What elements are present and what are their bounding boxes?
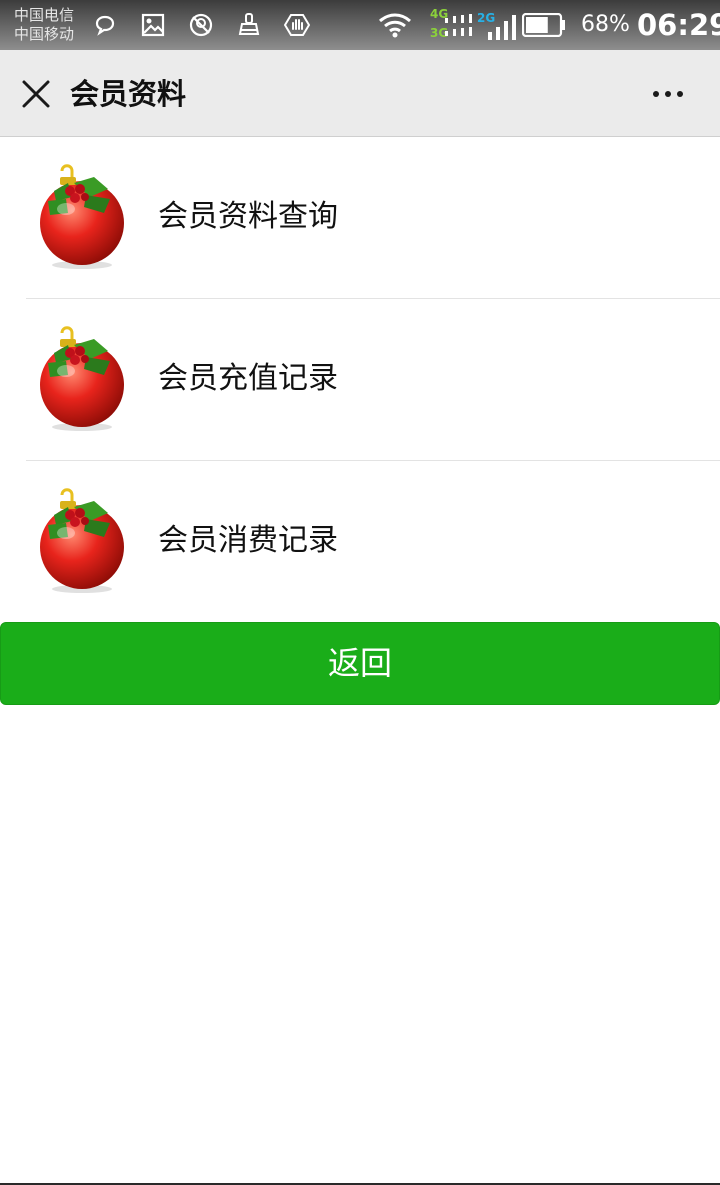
status-bar: 中国电信 中国移动 4G 3G 2G 68% 06:29 <box>0 0 720 50</box>
battery-percent: 68% <box>581 12 630 37</box>
image-icon <box>140 12 166 38</box>
page-title: 会员资料 <box>70 77 187 111</box>
back-button[interactable]: 返回 <box>0 622 720 705</box>
more-button[interactable] <box>640 74 696 114</box>
menu-item-recharge-records[interactable]: 会员充值记录 <box>0 299 720 461</box>
cleaner-icon <box>236 12 262 38</box>
member-menu-list: 会员资料查询 会员充值记录 会员消费记录 <box>0 137 720 623</box>
carrier-2: 中国移动 <box>14 25 75 43</box>
hand-icon <box>284 12 310 38</box>
close-button[interactable] <box>16 74 56 114</box>
menu-item-consumption-records[interactable]: 会员消费记录 <box>0 461 720 623</box>
christmas-ornament-icon <box>34 323 130 433</box>
close-icon <box>16 74 56 114</box>
no-disturb-icon <box>188 12 214 38</box>
menu-item-label: 会员充值记录 <box>158 361 338 396</box>
christmas-ornament-icon <box>34 485 130 595</box>
title-bar: 会员资料 <box>0 50 720 137</box>
christmas-ornament-icon <box>34 161 130 271</box>
wifi-icon <box>378 12 412 38</box>
carrier-labels: 中国电信 中国移动 <box>14 6 74 44</box>
battery-icon <box>522 13 566 37</box>
menu-item-member-info-query[interactable]: 会员资料查询 <box>0 137 720 299</box>
menu-item-label: 会员消费记录 <box>158 523 338 558</box>
clock: 06:29 <box>637 8 720 42</box>
signal-icon <box>444 14 474 40</box>
carrier-1: 中国电信 <box>14 6 75 24</box>
chat-bubble-icon <box>92 12 118 38</box>
signal-bars-icon <box>486 14 518 40</box>
more-dots-icon <box>640 74 696 114</box>
screen: 中国电信 中国移动 4G 3G 2G 68% 06:29 会员资料 会员资料查询… <box>0 0 720 1185</box>
menu-item-label: 会员资料查询 <box>158 199 338 234</box>
